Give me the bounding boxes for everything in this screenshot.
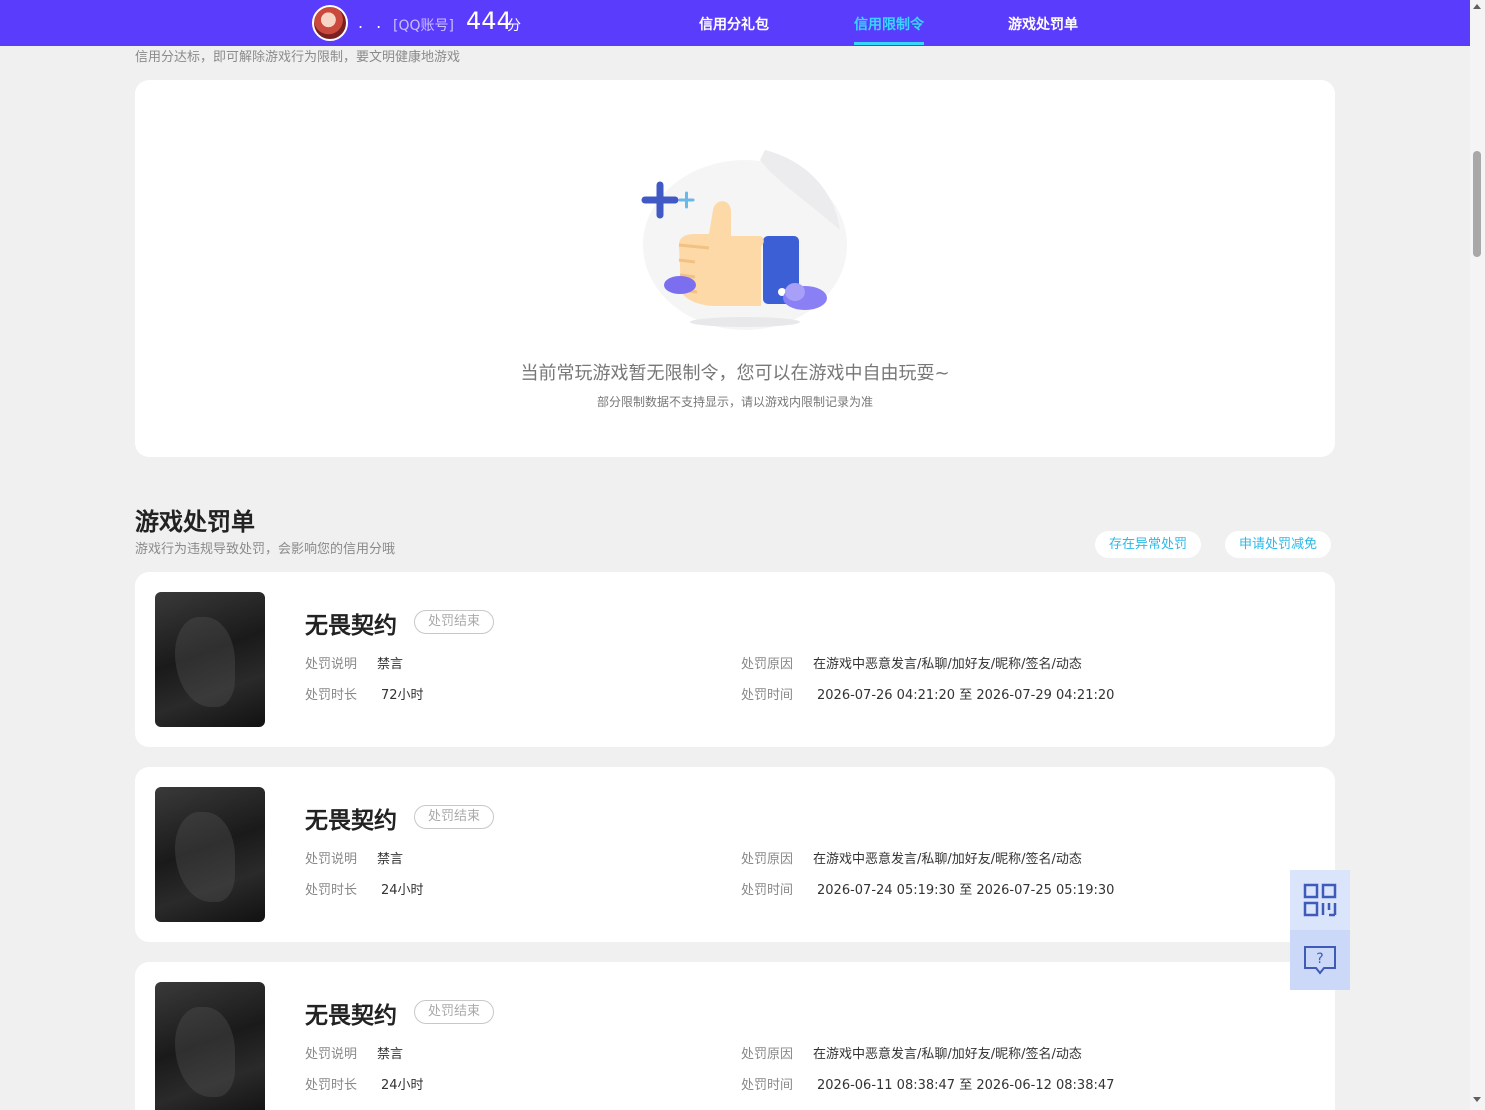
account-label: [QQ账号] [393,18,454,34]
time-value: 2026-07-24 05:19:30 至 2026-07-25 05:19:3… [817,883,1115,898]
game-thumbnail [155,787,265,922]
reason-value: 在游戏中恶意发言/私聊/加好友/昵称/签名/动态 [813,657,1082,672]
reason-label: 处罚原因 [741,657,794,672]
qrcode-button[interactable] [1290,870,1350,930]
restriction-empty-note: 部分限制数据不支持显示，请以游戏内限制记录为准 [596,395,873,409]
penalty-section-subtitle: 游戏行为违规导致处罚，会影响您的信用分哦 [135,542,396,557]
desc-label: 处罚说明 [305,852,358,867]
duration-value: 24小时 [381,1078,424,1093]
desc-label: 处罚说明 [305,657,358,672]
restriction-empty-text: 当前常玩游戏暂无限制令，您可以在游戏中自由玩耍~ [520,363,950,384]
desc-value: 禁言 [377,852,404,867]
desc-value: 禁言 [377,1047,404,1062]
restriction-empty-card: 当前常玩游戏暂无限制令，您可以在游戏中自由玩耍~ 部分限制数据不支持显示，请以游… [135,80,1335,457]
avatar[interactable] [312,5,348,41]
penalty-card[interactable]: 无畏契约 处罚结束 处罚说明 禁言 处罚时长 72小时 处罚原因 在游戏中恶意发… [135,572,1335,747]
time-label: 处罚时间 [741,1078,794,1093]
nav-credit-restriction[interactable]: 信用限制令 [854,14,924,34]
duration-value: 72小时 [381,688,424,703]
game-name: 无畏契约 [305,1003,397,1029]
time-value: 2026-06-11 08:38:47 至 2026-06-12 08:38:4… [817,1078,1115,1093]
reason-value: 在游戏中恶意发言/私聊/加好友/昵称/签名/动态 [813,1047,1082,1062]
game-thumbnail [155,982,265,1110]
help-button[interactable]: ? [1290,930,1350,990]
desc-value: 禁言 [377,657,404,672]
scroll-down-arrow-icon[interactable] [1473,1097,1481,1102]
duration-label: 处罚时长 [305,688,358,703]
reason-label: 处罚原因 [741,1047,794,1062]
penalty-card[interactable]: 无畏契约 处罚结束 处罚说明 禁言 处罚时长 24小时 处罚原因 在游戏中恶意发… [135,962,1335,1110]
game-thumbnail [155,592,265,727]
help-chat-icon: ? [1304,946,1336,975]
duration-value: 24小时 [381,883,424,898]
reason-value: 在游戏中恶意发言/私聊/加好友/昵称/签名/动态 [813,852,1082,867]
desc-label: 处罚说明 [305,1047,358,1062]
top-header: . . [QQ账号] 444 分 信用分礼包 信用限制令 游戏处罚单 [0,0,1470,46]
penalty-card[interactable]: 无畏契约 处罚结束 处罚说明 禁言 处罚时长 24小时 处罚原因 在游戏中恶意发… [135,767,1335,942]
status-badge: 处罚结束 [414,805,495,829]
scrollbar-thumb[interactable] [1473,151,1481,257]
game-name: 无畏契约 [305,808,397,834]
time-label: 处罚时间 [741,883,794,898]
thumbs-up-illustration-icon [641,150,847,330]
duration-label: 处罚时长 [305,1078,358,1093]
anomaly-penalty-button[interactable]: 存在异常处罚 [1095,531,1202,558]
nav-credit-gift[interactable]: 信用分礼包 [699,14,769,34]
nav-active-indicator [854,42,924,45]
credit-score-unit: 分 [507,18,521,34]
game-name: 无畏契约 [305,613,397,639]
status-badge: 处罚结束 [414,1000,495,1024]
nickname: . . [358,13,386,32]
penalty-section-title: 游戏处罚单 [135,508,255,536]
duration-label: 处罚时长 [305,883,358,898]
status-badge: 处罚结束 [414,610,495,634]
apply-reduction-button[interactable]: 申请处罚减免 [1225,531,1332,558]
time-value: 2026-07-26 04:21:20 至 2026-07-29 04:21:2… [817,688,1115,703]
restriction-subtitle: 信用分达标，即可解除游戏行为限制，要文明健康地游戏 [135,50,461,65]
nav-game-penalty[interactable]: 游戏处罚单 [1008,14,1078,34]
svg-text:?: ? [1316,951,1323,967]
qrcode-icon [1303,883,1337,917]
time-label: 处罚时间 [741,688,794,703]
reason-label: 处罚原因 [741,852,794,867]
credit-score: 444 [466,7,512,35]
scroll-up-arrow-icon[interactable] [1473,4,1481,9]
